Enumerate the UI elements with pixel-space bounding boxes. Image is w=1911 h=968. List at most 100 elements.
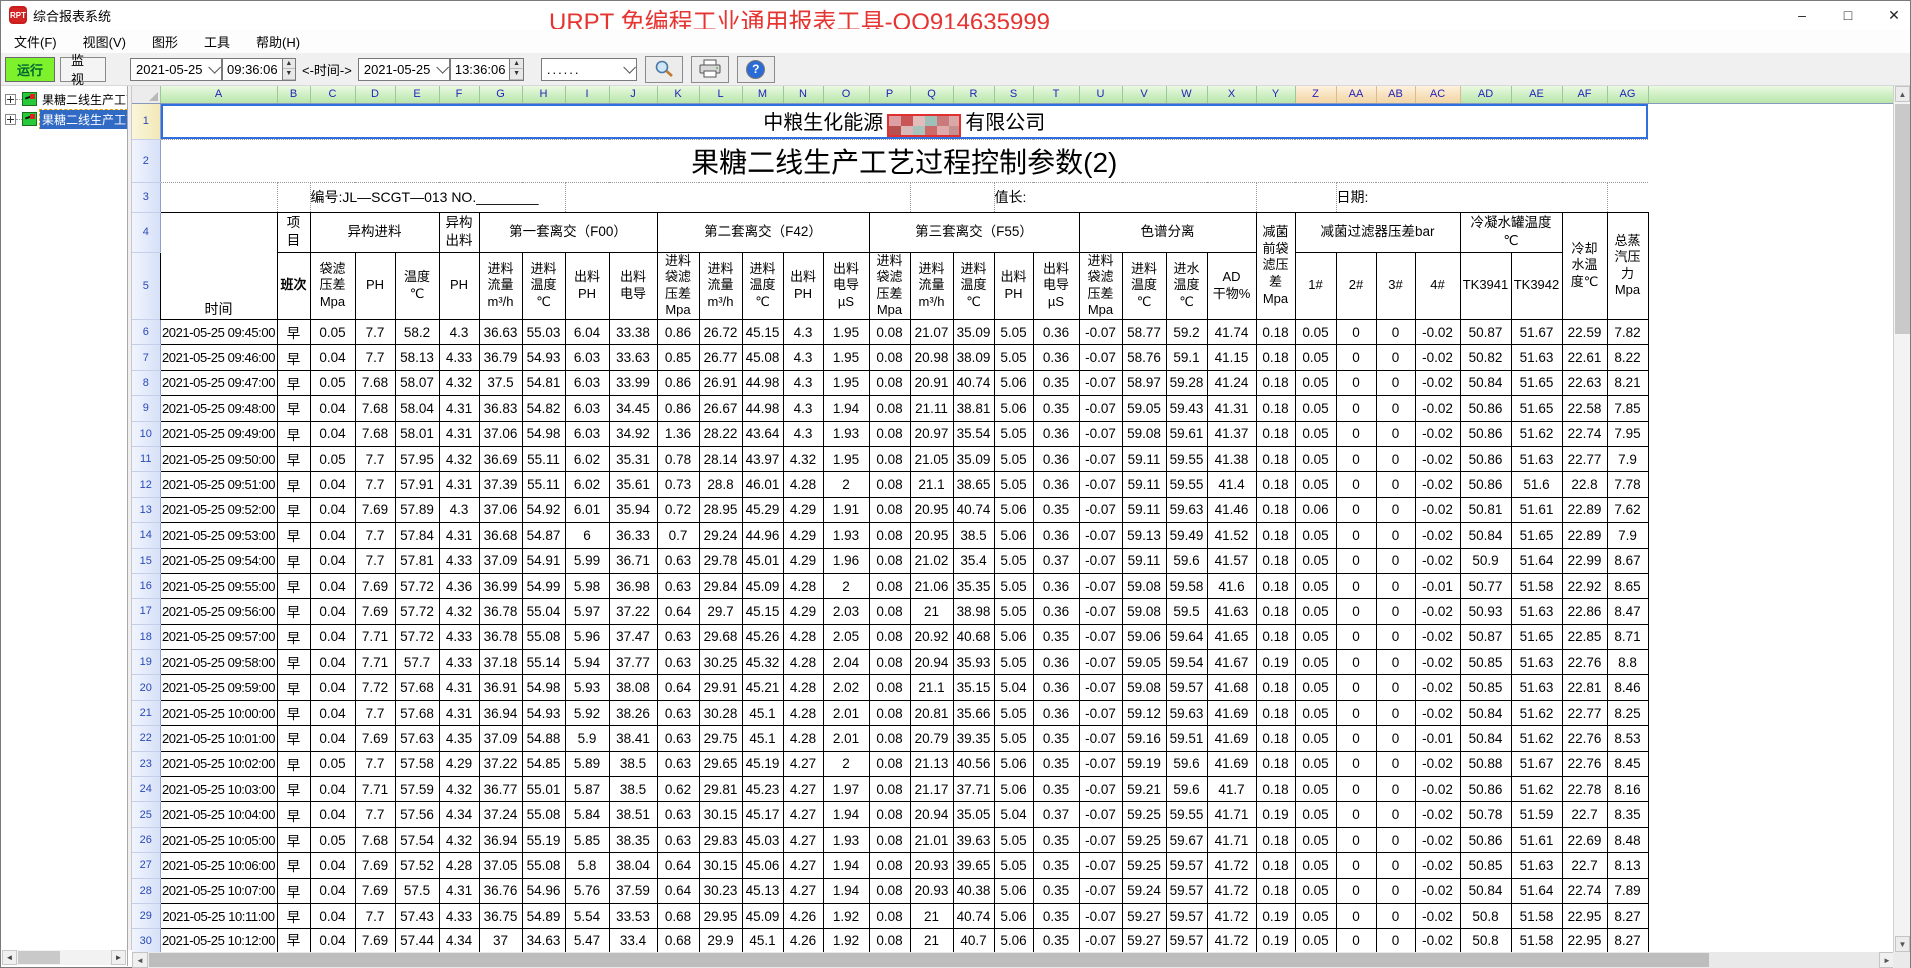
data-cell[interactable]: 4.34 — [439, 929, 479, 952]
empty-area[interactable] — [1648, 675, 1895, 700]
data-cell[interactable]: -0.02 — [1415, 446, 1460, 471]
data-cell[interactable]: 41.72 — [1207, 853, 1256, 878]
data-cell[interactable]: 0.35 — [1033, 370, 1079, 395]
data-cell[interactable]: 早 — [277, 523, 310, 548]
data-cell[interactable]: 51.62 — [1511, 421, 1562, 446]
column-header-AG[interactable]: AG — [1607, 86, 1648, 103]
column-header-E[interactable]: E — [395, 86, 439, 103]
data-cell[interactable]: 22.95 — [1562, 903, 1607, 928]
data-cell[interactable]: 5.06 — [994, 497, 1033, 522]
time-cell[interactable]: 2021-05-25 09:56:00 — [160, 599, 277, 624]
data-cell[interactable]: 50.86 — [1460, 827, 1511, 852]
spinner-arrows-icon[interactable]: ▲▼ — [509, 59, 522, 80]
data-cell[interactable]: 8.8 — [1607, 650, 1648, 675]
data-cell[interactable]: 0.05 — [1295, 700, 1336, 725]
data-cell[interactable]: 7.82 — [1607, 320, 1648, 345]
data-cell[interactable]: 22.85 — [1562, 624, 1607, 649]
data-cell[interactable]: 22.77 — [1562, 446, 1607, 471]
data-cell[interactable]: 0.08 — [869, 777, 910, 802]
data-cell[interactable]: 6.01 — [565, 497, 609, 522]
data-cell[interactable]: 35.93 — [953, 650, 994, 675]
data-cell[interactable]: 44.98 — [742, 396, 783, 421]
data-cell[interactable]: 40.68 — [953, 624, 994, 649]
data-cell[interactable]: 46.01 — [742, 472, 783, 497]
data-cell[interactable]: 5.06 — [994, 751, 1033, 776]
row-header-25[interactable]: 25 — [132, 802, 160, 827]
data-cell[interactable]: 0.05 — [1295, 726, 1336, 751]
data-cell[interactable]: 41.72 — [1207, 929, 1256, 952]
table-header-cell[interactable]: 冷却 水温 度℃ — [1562, 212, 1607, 320]
data-cell[interactable]: 43.97 — [742, 446, 783, 471]
data-cell[interactable]: 0.18 — [1256, 751, 1295, 776]
data-cell[interactable]: 55.08 — [522, 624, 565, 649]
empty-area[interactable] — [1648, 726, 1895, 751]
data-cell[interactable]: 4.32 — [439, 599, 479, 624]
data-cell[interactable]: 45.19 — [742, 751, 783, 776]
data-cell[interactable]: 59.54 — [1166, 650, 1207, 675]
data-cell[interactable]: 0 — [1336, 548, 1376, 573]
data-cell[interactable]: 7.69 — [355, 878, 395, 903]
table-header-cell[interactable]: 出料 电导 µS — [823, 252, 869, 320]
data-cell[interactable]: 0.63 — [657, 650, 699, 675]
data-cell[interactable]: 0 — [1376, 726, 1415, 751]
data-cell[interactable]: 4.28 — [783, 573, 823, 598]
data-cell[interactable]: 0.86 — [657, 320, 699, 345]
data-cell[interactable]: 50.86 — [1460, 472, 1511, 497]
data-cell[interactable]: 58.77 — [1122, 320, 1166, 345]
data-cell[interactable]: 2 — [823, 573, 869, 598]
row-header-29[interactable]: 29 — [132, 903, 160, 928]
data-cell[interactable]: 57.43 — [395, 903, 439, 928]
data-cell[interactable]: 50.86 — [1460, 421, 1511, 446]
data-cell[interactable]: 45.09 — [742, 903, 783, 928]
data-cell[interactable]: 30.25 — [699, 650, 742, 675]
table-header-cell[interactable]: 出料 PH — [994, 252, 1033, 320]
data-cell[interactable]: 0 — [1376, 573, 1415, 598]
data-cell[interactable]: 21.17 — [910, 777, 953, 802]
data-cell[interactable]: 早 — [277, 903, 310, 928]
data-cell[interactable]: 8.45 — [1607, 751, 1648, 776]
data-cell[interactable]: 59.1 — [1166, 345, 1207, 370]
data-cell[interactable]: 40.74 — [953, 903, 994, 928]
data-cell[interactable]: 早 — [277, 320, 310, 345]
scroll-right-icon[interactable]: ► — [111, 950, 126, 965]
data-cell[interactable]: 38.41 — [609, 726, 657, 751]
data-cell[interactable]: 0.05 — [1295, 777, 1336, 802]
data-cell[interactable]: 0 — [1376, 675, 1415, 700]
data-cell[interactable]: 0.18 — [1256, 396, 1295, 421]
monitor-button[interactable]: 监视 — [60, 57, 106, 82]
column-header-L[interactable]: L — [699, 86, 742, 103]
data-cell[interactable]: -0.07 — [1079, 878, 1122, 903]
data-cell[interactable]: 0.05 — [1295, 878, 1336, 903]
data-cell[interactable]: 51.65 — [1511, 624, 1562, 649]
data-cell[interactable]: 0.08 — [869, 751, 910, 776]
data-cell[interactable]: 8.35 — [1607, 802, 1648, 827]
data-cell[interactable]: 55.14 — [522, 650, 565, 675]
data-cell[interactable]: 54.81 — [522, 370, 565, 395]
data-cell[interactable]: 45.09 — [742, 573, 783, 598]
data-cell[interactable]: 59.27 — [1122, 929, 1166, 952]
data-cell[interactable]: 45.01 — [742, 548, 783, 573]
data-cell[interactable]: 5.05 — [994, 650, 1033, 675]
data-cell[interactable]: 55.11 — [522, 472, 565, 497]
data-cell[interactable]: 1.95 — [823, 320, 869, 345]
data-cell[interactable]: 20.92 — [910, 624, 953, 649]
data-cell[interactable]: 45.03 — [742, 827, 783, 852]
data-cell[interactable]: 0 — [1376, 878, 1415, 903]
data-cell[interactable]: 7.69 — [355, 497, 395, 522]
data-cell[interactable]: 37.39 — [479, 472, 522, 497]
data-cell[interactable]: 36.75 — [479, 903, 522, 928]
data-cell[interactable]: 早 — [277, 827, 310, 852]
data-cell[interactable]: 7.62 — [1607, 497, 1648, 522]
empty-area[interactable] — [1648, 700, 1895, 725]
data-cell[interactable]: 40.7 — [953, 929, 994, 952]
time-cell[interactable]: 2021-05-25 09:54:00 — [160, 548, 277, 573]
data-cell[interactable]: -0.02 — [1415, 624, 1460, 649]
data-cell[interactable]: 0 — [1336, 700, 1376, 725]
data-cell[interactable]: 54.93 — [522, 700, 565, 725]
data-cell[interactable]: 1.91 — [823, 497, 869, 522]
data-cell[interactable]: 51.67 — [1511, 320, 1562, 345]
data-cell[interactable]: 0.36 — [1033, 650, 1079, 675]
data-cell[interactable]: 50.82 — [1460, 345, 1511, 370]
data-cell[interactable]: 4.33 — [439, 903, 479, 928]
data-cell[interactable]: -0.02 — [1415, 878, 1460, 903]
